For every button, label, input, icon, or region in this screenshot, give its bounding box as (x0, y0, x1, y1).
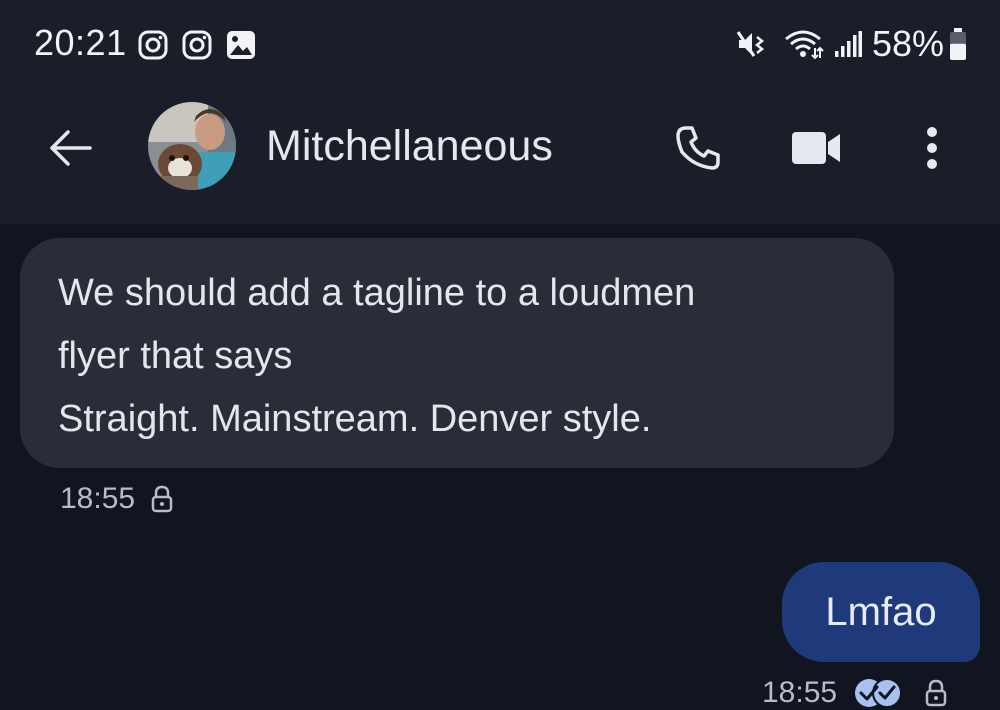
instagram-icon (138, 30, 168, 60)
video-call-icon (790, 128, 842, 168)
message-line: We should add a tagline to a loudmen (58, 272, 696, 314)
message-timestamp: 18:55 (762, 676, 838, 709)
call-button[interactable] (666, 116, 730, 180)
message-line: Straight. Mainstream. Denver style. (58, 398, 652, 440)
contact-name[interactable]: Mitchellaneous (266, 122, 553, 171)
battery-percent: 58% (871, 23, 944, 64)
incoming-message-bubble[interactable]: We should add a tagline to a loudmen fly… (20, 238, 894, 468)
more-options-button[interactable] (900, 116, 964, 180)
signal-icon (834, 29, 862, 59)
back-button[interactable] (42, 120, 98, 176)
status-right-group: 58% (736, 22, 968, 66)
lock-icon (925, 679, 947, 707)
mute-icon (736, 29, 770, 59)
more-vert-icon (926, 126, 938, 170)
contact-avatar[interactable] (148, 102, 236, 190)
message-line: flyer that says (58, 335, 293, 377)
wifi-icon (784, 28, 824, 60)
video-call-button[interactable] (784, 116, 848, 180)
lock-icon (151, 485, 173, 513)
outgoing-message-meta: 18:55 (762, 676, 947, 710)
battery-icon (948, 27, 968, 61)
status-time: 20:21 (34, 22, 127, 63)
message-text: Lmfao (825, 589, 937, 634)
outgoing-message-bubble[interactable]: Lmfao (782, 562, 980, 662)
message-timestamp: 18:55 (60, 482, 136, 515)
incoming-message-meta: 18:55 (60, 482, 173, 516)
back-arrow-icon (48, 128, 92, 168)
read-receipt-icon (853, 677, 903, 709)
instagram-icon (182, 30, 212, 60)
gallery-icon (226, 30, 256, 60)
phone-icon (674, 124, 722, 172)
